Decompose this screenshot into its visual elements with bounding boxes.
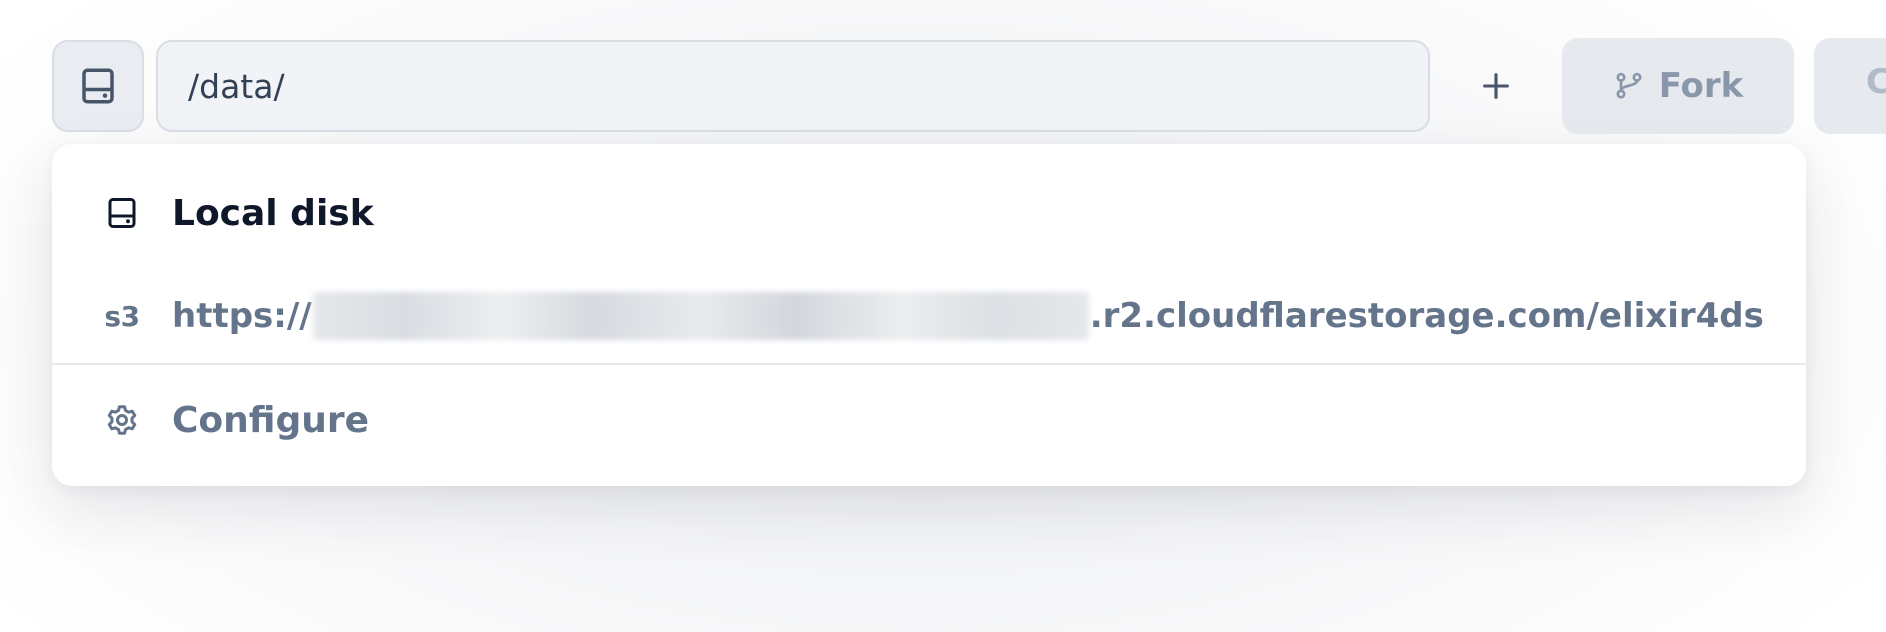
menu-item-local-disk[interactable]: Local disk <box>52 180 1806 246</box>
cut-off-button-label: C <box>1866 62 1886 102</box>
hard-drive-icon <box>82 68 114 104</box>
file-system-toggle-button[interactable] <box>52 40 144 132</box>
fork-label: Fork <box>1658 66 1744 106</box>
menu-item-s3-bucket[interactable]: s3 https:// .r2.cloudflarestorage.com/el… <box>52 280 1806 352</box>
cut-off-toolbar-button[interactable]: C <box>1814 38 1886 134</box>
s3-url: https:// .r2.cloudflarestorage.com/elixi… <box>172 292 1764 340</box>
menu-item-label: Local disk <box>172 192 374 234</box>
redacted-account-id <box>312 292 1089 340</box>
gear-icon <box>107 405 137 435</box>
s3-url-prefix: https:// <box>172 296 312 336</box>
plus-icon <box>1483 73 1509 99</box>
menu-item-icon <box>102 193 142 233</box>
s3-icon: s3 <box>102 296 142 336</box>
s3-url-suffix: .r2.cloudflarestorage.com/elixir4ds <box>1089 296 1764 336</box>
file-system-menu: Local disk s3 https:// .r2.cloudflaresto… <box>52 144 1806 486</box>
hard-drive-icon <box>108 198 136 228</box>
path-input[interactable] <box>156 40 1430 132</box>
add-button[interactable] <box>1466 50 1526 122</box>
menu-item-icon <box>102 400 142 440</box>
configure-label: Configure <box>172 399 370 441</box>
menu-item-configure[interactable]: Configure <box>52 382 1806 458</box>
file-path-toolbar: Fork C <box>0 0 1886 140</box>
fork-button[interactable]: Fork <box>1562 38 1794 134</box>
git-fork-icon <box>1616 72 1642 99</box>
menu-divider <box>52 363 1806 365</box>
s3-icon-text: s3 <box>104 299 140 333</box>
